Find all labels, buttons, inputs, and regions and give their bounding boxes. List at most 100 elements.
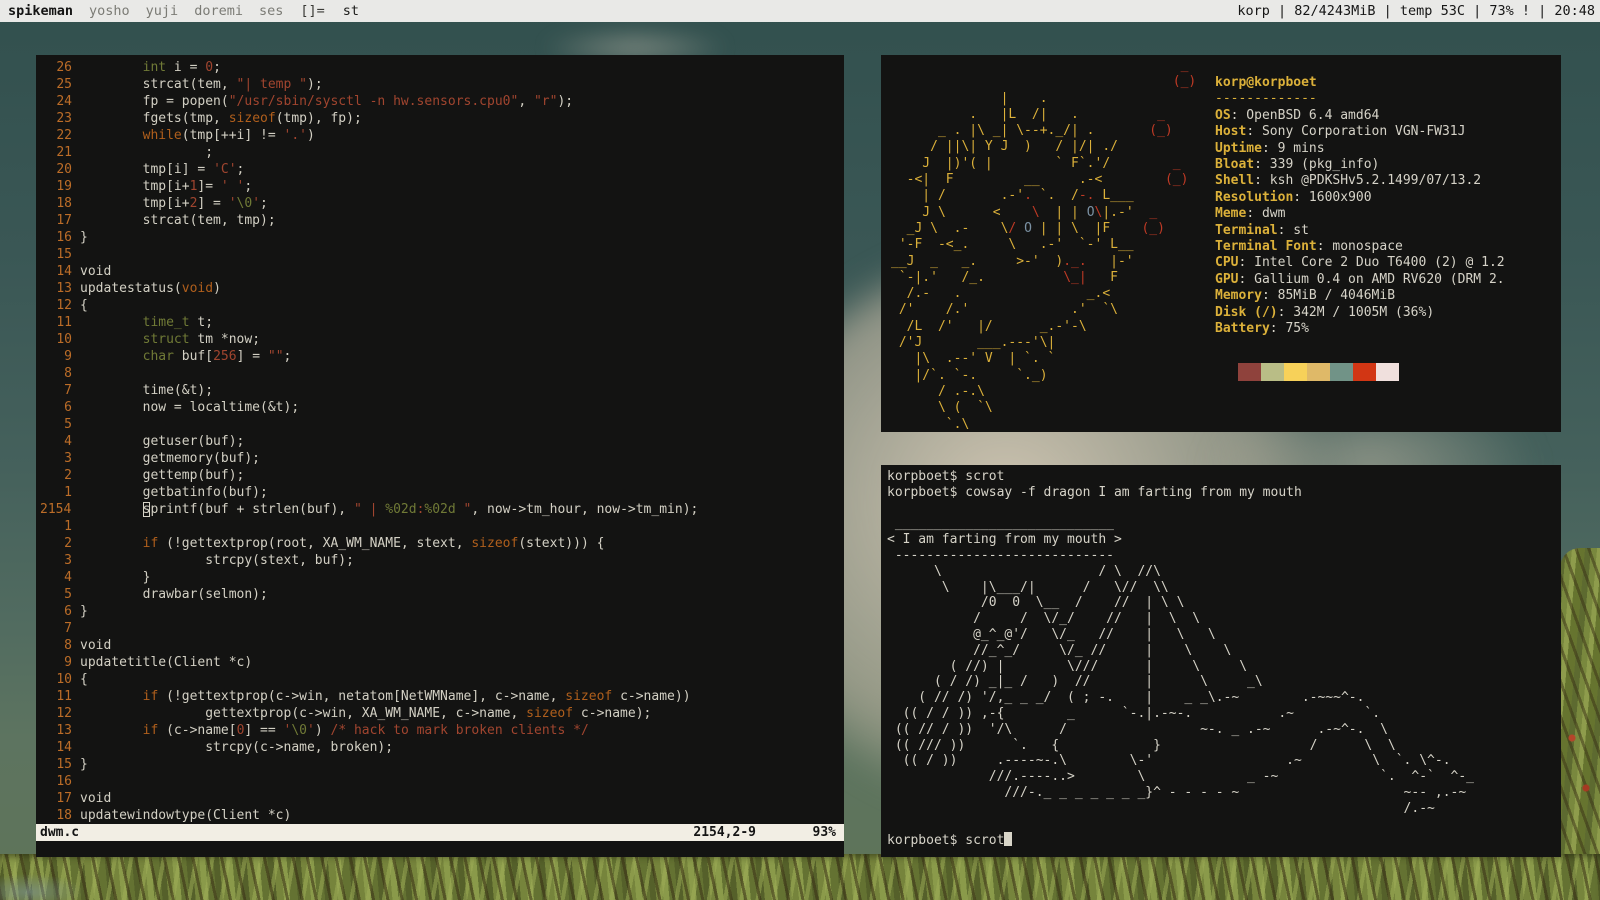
line-number: 7 [40,382,72,399]
tag-list: spikemanyoshoyujidoremises [0,3,291,19]
terminal-output[interactable]: korpboet$ scrot korpboet$ cowsay -f drago… [887,469,1559,849]
text-segment: |.-' [1102,205,1149,220]
code-line: 7 time(&t); [40,382,844,399]
terminal-line [887,501,1559,517]
text-segment: '-F -<_. \ .-' `-' L__ [891,237,1134,252]
text-segment: , now->tm_hour, now->tm_min); [471,502,698,517]
layout-indicator[interactable]: []= [291,3,333,19]
focused-window-title: st [334,3,368,19]
text-segment: (c->name[ [158,723,236,738]
neofetch-window[interactable]: _ (_) | . . |L /| . _ _ . |\ _| \--+._/|… [881,55,1561,432]
text-segment: void [80,264,111,279]
info-label: GPU [1215,272,1238,287]
text-segment: int [143,60,166,75]
fetch-info-row: OS: OpenBSD 6.4 amd64 [1215,108,1505,124]
line-number: 3 [40,552,72,569]
code-line: 5 drawbar(selmon); [40,586,844,603]
code-line: 24 fp = popen("/usr/sbin/sysctl -n hw.se… [40,93,844,110]
text-segment: tmp[i+ [80,179,190,194]
text-segment: ); [307,77,323,92]
code-area[interactable]: 26 int i = 0;25 strcat(tem, "| temp ");2… [40,59,844,824]
text-segment [80,332,143,347]
line-number: 12 [40,705,72,722]
line-number: 6 [40,603,72,620]
code-line: 8 [40,365,844,382]
text-segment: c->name)) [612,689,690,704]
text-segment: ] = [197,196,228,211]
tag-spikeman[interactable]: spikeman [0,3,81,19]
text-segment: . [1024,188,1040,203]
fetch-info-row: Memory: 85MiB / 4046MiB [1215,288,1505,304]
text-segment: ._. [1063,254,1110,269]
tag-ses[interactable]: ses [251,3,291,19]
code-line: 12{ [40,297,844,314]
text-segment: i = [166,60,205,75]
code-line: 2 gettemp(buf); [40,467,844,484]
code-line: 6} [40,603,844,620]
code-line: 14 strcpy(c->name, broken); [40,739,844,756]
text-segment: _ [1173,156,1181,171]
text-segment: ; [260,196,268,211]
ascii-art-line: _J \ .- \/ O | | \ |F (_) [891,221,1196,237]
fetch-info-row: Meme: dwm [1215,206,1505,222]
ascii-art-line: /.- . _.< [891,286,1196,302]
text-segment: _ . |\ _| \--+._/| . [891,123,1149,138]
text-segment: F [1102,270,1118,285]
text-segment: , [518,94,534,109]
text-segment: } [80,570,150,585]
text-segment: '.' [284,128,307,143]
tag-yuji[interactable]: yuji [138,3,187,19]
editor-window[interactable]: 26 int i = 0;25 strcat(tem, "| temp ");2… [36,55,844,857]
text-segment: ]= [197,179,220,194]
text-segment: ; [284,349,292,364]
code-line: 2 if (!gettextprop(root, XA_WM_NAME, ste… [40,535,844,552]
text-segment: now = localtime(&t); [80,400,299,415]
fetch-info-row: Bloat: 339 (pkg_info) [1215,157,1505,173]
text-segment: printf(buf + strlen(buf), [150,502,354,517]
text-segment: ; [213,60,221,75]
text-segment: /L /' |/ _.-'-\ [891,319,1087,334]
underline: ------------- [1215,91,1505,107]
terminal-line: ---------------------------- [887,548,1559,564]
text-segment: \0 [291,723,307,738]
info-label: Meme [1215,206,1246,221]
text-segment: strcpy(c->name, broken); [80,740,393,755]
line-number: 13 [40,722,72,739]
color-swatch [1215,363,1238,381]
text-segment: getmemory(buf); [80,451,260,466]
code-line: 16 [40,773,844,790]
color-swatch [1330,363,1353,381]
line-number: 15 [40,246,72,263]
text-segment: updatewindowtype(Client *c) [80,808,291,823]
fetch-info-row: Terminal: st [1215,223,1505,239]
text-segment: gettemp(buf); [80,468,244,483]
fetch-info-row: Battery: 75% [1215,321,1505,337]
terminal-line: @_^_@'/ \/_ // | \ \ [887,627,1559,643]
text-segment [80,723,143,738]
line-number: 18 [40,807,72,824]
shell-prompt[interactable]: korpboet$ scrot [887,832,1559,849]
terminal-window[interactable]: korpboet$ scrot korpboet$ cowsay -f drago… [881,465,1561,857]
text-segment: time(&t); [80,383,213,398]
text-segment: \ ( `\ [891,400,993,415]
code-line: 15 [40,246,844,263]
line-number: 11 [40,688,72,705]
line-number: 4 [40,569,72,586]
line-number: 9 [40,654,72,671]
terminal-line: ///.----..> \ _ -~ `. ^-` ^-_ [887,769,1559,785]
text-segment: fp = popen( [80,94,229,109]
info-label: Memory [1215,288,1262,303]
line-number: 8 [40,637,72,654]
terminal-line: korpboet$ cowsay -f dragon I am farting … [887,485,1559,501]
info-label: CPU [1215,255,1238,270]
code-line: 13 if (c->name[0] == '\0') /* hack to ma… [40,722,844,739]
info-label: Bloat [1215,157,1254,172]
tag-doremi[interactable]: doremi [186,3,251,19]
ascii-art-line: `-|.' /_. \_| F [891,270,1196,286]
text-segment: -. [1079,188,1102,203]
text-segment: time_t [143,315,190,330]
tag-yosho[interactable]: yosho [81,3,138,19]
text-segment: |-' [1110,254,1133,269]
text-segment [80,689,143,704]
ascii-art-line: / ||\| Y J ) / |/| ./ [891,139,1196,155]
